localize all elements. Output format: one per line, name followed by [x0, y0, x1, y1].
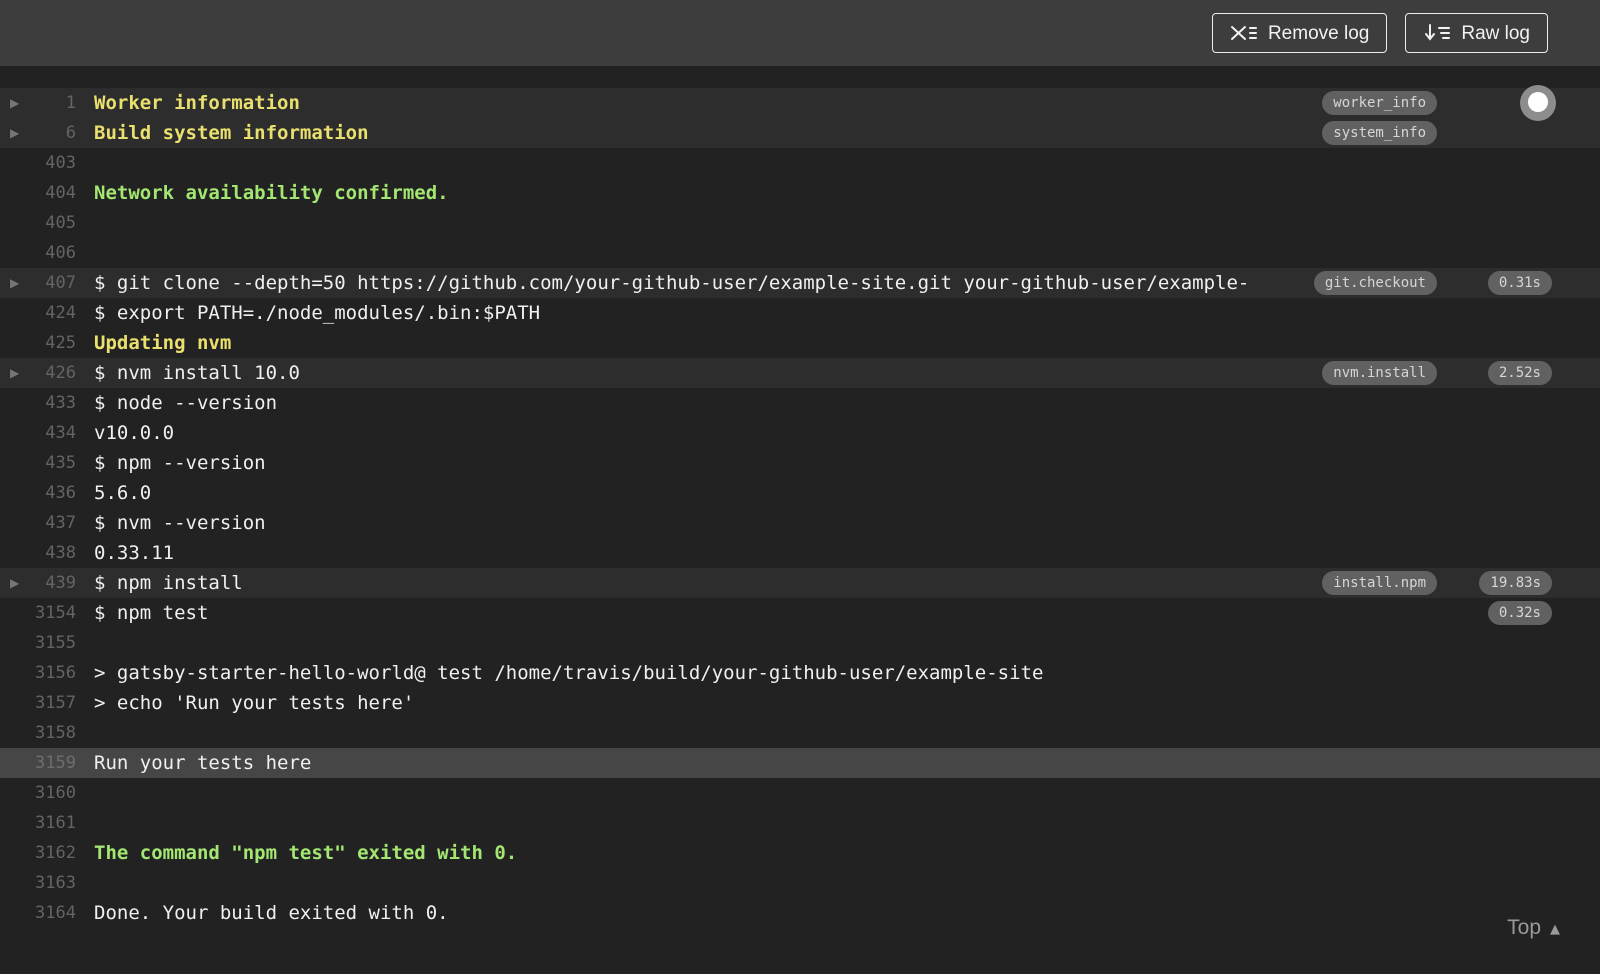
scroll-knob[interactable] [1520, 85, 1556, 121]
log-line-text: Run your tests here [94, 752, 312, 774]
line-number[interactable]: 438 [0, 543, 76, 563]
log-line: ▶ 407 $ git clone --depth=50 https://githu… [0, 268, 1600, 298]
fold-toggle-icon[interactable]: ▶ [10, 118, 19, 148]
log-line: 3164 Done. Your build exited with 0. [0, 898, 1600, 928]
line-number[interactable]: 3158 [0, 723, 76, 743]
remove-log-icon [1230, 23, 1257, 43]
remove-log-button[interactable]: Remove log [1211, 13, 1388, 53]
log-line: 424 $ export PATH=./node_modules/.bin:$PA… [0, 298, 1600, 328]
duration-badge: 0.31s [1487, 271, 1552, 295]
log-line: 404 Network availability confirmed. [0, 178, 1600, 208]
raw-log-icon [1423, 23, 1451, 43]
log-line-text: $ nvm install 10.0 [94, 362, 300, 384]
line-number[interactable]: 403 [0, 153, 76, 173]
line-number[interactable]: 435 [0, 453, 76, 473]
line-number[interactable]: 424 [0, 303, 76, 323]
fold-name-badge: system_info [1322, 121, 1437, 145]
line-number[interactable]: 3162 [0, 843, 76, 863]
log-line: 3155 [0, 628, 1600, 658]
top-link-label: Top [1507, 916, 1541, 939]
log-line: 435 $ npm --version [0, 448, 1600, 478]
fold-toggle-icon[interactable]: ▶ [10, 358, 19, 388]
line-number[interactable]: 434 [0, 423, 76, 443]
line-number[interactable]: 3163 [0, 873, 76, 893]
log-line-text: The command "npm test" exited with 0. [94, 842, 518, 864]
line-number[interactable]: 436 [0, 483, 76, 503]
line-number[interactable]: 433 [0, 393, 76, 413]
build-log: ▶ 1 Worker information worker_info ▶ 6 Build s… [0, 66, 1600, 952]
log-line: 437 $ nvm --version [0, 508, 1600, 538]
line-number[interactable]: 404 [0, 183, 76, 203]
log-line-text: Worker information [94, 92, 300, 114]
log-lines: ▶ 1 Worker information worker_info ▶ 6 Build s… [0, 85, 1600, 928]
line-number[interactable]: 3155 [0, 633, 76, 653]
log-line: 3160 [0, 778, 1600, 808]
log-line: 436 5.6.0 [0, 478, 1600, 508]
log-line: 3156 > gatsby-starter-hello-world@ test /… [0, 658, 1600, 688]
log-line: 3162 The command "npm test" exited with 0… [0, 838, 1600, 868]
log-line-text: Done. Your build exited with 0. [94, 902, 449, 924]
log-line: 403 [0, 148, 1600, 178]
line-number[interactable]: 406 [0, 243, 76, 263]
duration-badge: 19.83s [1479, 571, 1552, 595]
log-line: 405 [0, 208, 1600, 238]
log-line: ▶ 1 Worker information worker_info [0, 85, 1600, 121]
log-line-text: Updating nvm [94, 332, 232, 354]
log-line-text: 0.33.11 [94, 542, 175, 564]
log-line: 3154 $ npm test 0.32s [0, 598, 1600, 628]
raw-log-button[interactable]: Raw log [1405, 13, 1548, 53]
scroll-to-top-link[interactable]: Top ▲ [1507, 916, 1560, 940]
log-line: ▶ 426 $ nvm install 10.0 nvm.install 2.52s [0, 358, 1600, 388]
line-number[interactable]: 425 [0, 333, 76, 353]
log-line: 3157 > echo 'Run your tests here' [0, 688, 1600, 718]
log-line-text: > gatsby-starter-hello-world@ test /home… [94, 662, 1044, 684]
fold-toggle-icon[interactable]: ▶ [10, 268, 19, 298]
line-number[interactable]: 3164 [0, 903, 76, 923]
log-line-text: v10.0.0 [94, 422, 175, 444]
log-toolbar: Remove log Raw log [0, 0, 1600, 66]
fold-name-badge: worker_info [1322, 91, 1437, 115]
log-line: 3158 [0, 718, 1600, 748]
log-line: ▶ 6 Build system information system_info [0, 118, 1600, 148]
remove-log-label: Remove log [1267, 22, 1370, 44]
log-line-text: 5.6.0 [94, 482, 152, 504]
log-line: 438 0.33.11 [0, 538, 1600, 568]
duration-badge: 0.32s [1487, 601, 1552, 625]
log-line: 434 v10.0.0 [0, 418, 1600, 448]
line-number[interactable]: 3159 [0, 753, 76, 773]
log-line: 3161 [0, 808, 1600, 838]
log-line-text: $ npm install [94, 572, 243, 594]
line-number[interactable]: 3154 [0, 603, 76, 623]
line-number[interactable]: 405 [0, 213, 76, 233]
log-line-text: $ npm test [94, 602, 209, 624]
log-line-text: > echo 'Run your tests here' [94, 692, 415, 714]
line-number[interactable]: 3157 [0, 693, 76, 713]
log-line-text: $ nvm --version [94, 512, 266, 534]
line-number[interactable]: 3161 [0, 813, 76, 833]
log-line: 433 $ node --version [0, 388, 1600, 418]
line-number[interactable]: 437 [0, 513, 76, 533]
line-number[interactable]: 3160 [0, 783, 76, 803]
log-line-text: Network availability confirmed. [94, 182, 449, 204]
fold-name-badge: install.npm [1322, 571, 1437, 595]
log-line: 406 [0, 238, 1600, 268]
raw-log-label: Raw log [1461, 22, 1530, 44]
log-line: 425 Updating nvm [0, 328, 1600, 358]
log-line-text: Build system information [94, 122, 369, 144]
log-line-text: $ git clone --depth=50 https://github.co… [94, 272, 1250, 294]
log-line: ▶ 439 $ npm install install.npm 19.83s [0, 568, 1600, 598]
caret-up-icon: ▲ [1550, 922, 1560, 937]
fold-toggle-icon[interactable]: ▶ [10, 88, 19, 118]
duration-badge: 2.52s [1487, 361, 1552, 385]
fold-name-badge: nvm.install [1322, 361, 1437, 385]
fold-toggle-icon[interactable]: ▶ [10, 568, 19, 598]
log-line: 3163 [0, 868, 1600, 898]
log-line-text: $ npm --version [94, 452, 266, 474]
log-line-text: $ export PATH=./node_modules/.bin:$PATH [94, 302, 541, 324]
fold-name-badge: git.checkout [1313, 271, 1437, 295]
line-number[interactable]: 3156 [0, 663, 76, 683]
log-line: 3159 Run your tests here [0, 748, 1600, 778]
log-line-text: $ node --version [94, 392, 278, 414]
